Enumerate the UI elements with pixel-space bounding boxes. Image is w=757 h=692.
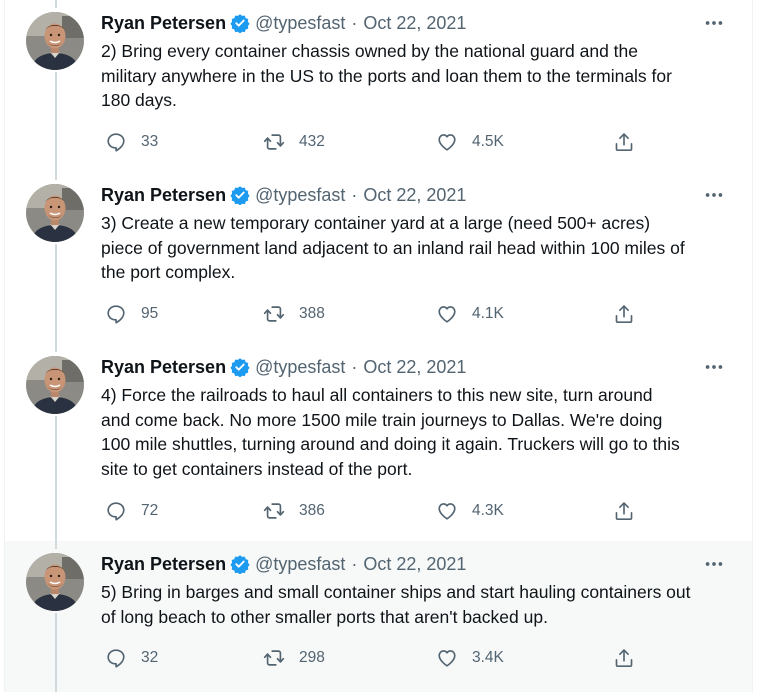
- author-name[interactable]: Ryan Petersen: [101, 13, 226, 34]
- share-button[interactable]: [613, 498, 635, 524]
- reply-count: 95: [141, 305, 159, 322]
- more-options-icon[interactable]: [702, 11, 726, 35]
- reply-button[interactable]: 32: [105, 645, 158, 671]
- reply-icon: [105, 303, 127, 325]
- tweet-date[interactable]: Oct 22, 2021: [363, 185, 466, 206]
- tweet-header: Ryan Petersen @typesfast · Oct 22, 2021: [101, 354, 466, 380]
- reply-button[interactable]: 72: [105, 498, 158, 524]
- separator-dot: ·: [351, 12, 358, 33]
- verified-badge-icon: [230, 554, 250, 574]
- tweet-text: 5) Bring in barges and small container s…: [101, 582, 691, 627]
- share-icon: [613, 500, 635, 522]
- tweet-actions: 32 298 3.4K: [105, 645, 641, 671]
- author-name[interactable]: Ryan Petersen: [101, 185, 226, 206]
- heart-icon: [436, 647, 458, 669]
- like-count: 4.3K: [472, 502, 504, 519]
- share-icon: [613, 303, 635, 325]
- tweet-text: 4) Force the railroads to haul all conta…: [101, 385, 680, 479]
- reply-icon: [105, 131, 127, 153]
- author-name[interactable]: Ryan Petersen: [101, 554, 226, 575]
- thread-connector-line: [55, 416, 57, 541]
- thread-connector-line: [55, 541, 57, 549]
- reply-count: 72: [141, 502, 159, 519]
- retweet-button[interactable]: 386: [263, 498, 325, 524]
- heart-icon: [436, 303, 458, 325]
- author-handle[interactable]: @typesfast: [255, 357, 345, 378]
- avatar[interactable]: [26, 12, 84, 70]
- retweet-icon: [263, 131, 285, 153]
- more-options-icon[interactable]: [702, 552, 726, 576]
- share-icon: [613, 647, 635, 669]
- reply-count: 32: [141, 649, 159, 666]
- like-button[interactable]: 4.3K: [436, 498, 504, 524]
- tweet-text: 2) Bring every container chassis owned b…: [101, 41, 672, 110]
- verified-badge-icon: [230, 185, 250, 205]
- retweet-count: 298: [299, 649, 325, 666]
- more-options-icon[interactable]: [702, 355, 726, 379]
- like-count: 4.5K: [472, 133, 504, 150]
- author-handle[interactable]: @typesfast: [255, 13, 345, 34]
- tweet-actions: 33 432 4.5K: [105, 129, 641, 155]
- thread-connector-line: [55, 244, 57, 344]
- separator-dot: ·: [351, 553, 358, 574]
- retweet-icon: [263, 303, 285, 325]
- tweet-actions: 95 388 4.1K: [105, 301, 641, 327]
- reply-button[interactable]: 95: [105, 301, 158, 327]
- tweet[interactable]: Ryan Petersen @typesfast · Oct 22, 2021 …: [5, 172, 752, 344]
- verified-badge-icon: [230, 357, 250, 377]
- tweet-text: 3) Create a new temporary container yard…: [101, 213, 685, 282]
- tweet[interactable]: Ryan Petersen @typesfast · Oct 22, 2021 …: [5, 344, 752, 541]
- more-options-icon[interactable]: [702, 183, 726, 207]
- share-button[interactable]: [613, 129, 635, 155]
- tweet-date[interactable]: Oct 22, 2021: [363, 357, 466, 378]
- tweet-header: Ryan Petersen @typesfast · Oct 22, 2021: [101, 182, 466, 208]
- thread-connector-line: [55, 72, 57, 172]
- author-handle[interactable]: @typesfast: [255, 554, 345, 575]
- avatar[interactable]: [26, 184, 84, 242]
- verified-badge-icon: [230, 13, 250, 33]
- share-icon: [613, 131, 635, 153]
- tweet-header: Ryan Petersen @typesfast · Oct 22, 2021: [101, 10, 466, 36]
- retweet-button[interactable]: 388: [263, 301, 325, 327]
- like-button[interactable]: 4.5K: [436, 129, 504, 155]
- retweet-count: 386: [299, 502, 325, 519]
- like-button[interactable]: 4.1K: [436, 301, 504, 327]
- heart-icon: [436, 500, 458, 522]
- reply-icon: [105, 647, 127, 669]
- thread-connector-line: [55, 0, 57, 8]
- retweet-icon: [263, 500, 285, 522]
- retweet-icon: [263, 647, 285, 669]
- retweet-count: 432: [299, 133, 325, 150]
- thread-connector-line: [55, 344, 57, 352]
- thread-connector-line: [55, 613, 57, 692]
- avatar[interactable]: [26, 356, 84, 414]
- thread-timeline: Ryan Petersen @typesfast · Oct 22, 2021 …: [4, 0, 753, 692]
- retweet-count: 388: [299, 305, 325, 322]
- tweet[interactable]: Ryan Petersen @typesfast · Oct 22, 2021 …: [5, 541, 752, 692]
- tweet-date[interactable]: Oct 22, 2021: [363, 13, 466, 34]
- separator-dot: ·: [351, 184, 358, 205]
- avatar[interactable]: [26, 553, 84, 611]
- like-count: 3.4K: [472, 649, 504, 666]
- retweet-button[interactable]: 432: [263, 129, 325, 155]
- reply-button[interactable]: 33: [105, 129, 158, 155]
- like-button[interactable]: 3.4K: [436, 645, 504, 671]
- tweet-actions: 72 386 4.3K: [105, 498, 641, 524]
- separator-dot: ·: [351, 356, 358, 377]
- reply-count: 33: [141, 133, 159, 150]
- tweet-header: Ryan Petersen @typesfast · Oct 22, 2021: [101, 551, 466, 577]
- thread-connector-line: [55, 172, 57, 180]
- heart-icon: [436, 131, 458, 153]
- retweet-button[interactable]: 298: [263, 645, 325, 671]
- author-handle[interactable]: @typesfast: [255, 185, 345, 206]
- tweet[interactable]: Ryan Petersen @typesfast · Oct 22, 2021 …: [5, 0, 752, 172]
- tweet-date[interactable]: Oct 22, 2021: [363, 554, 466, 575]
- share-button[interactable]: [613, 645, 635, 671]
- reply-icon: [105, 500, 127, 522]
- like-count: 4.1K: [472, 305, 504, 322]
- author-name[interactable]: Ryan Petersen: [101, 357, 226, 378]
- share-button[interactable]: [613, 301, 635, 327]
